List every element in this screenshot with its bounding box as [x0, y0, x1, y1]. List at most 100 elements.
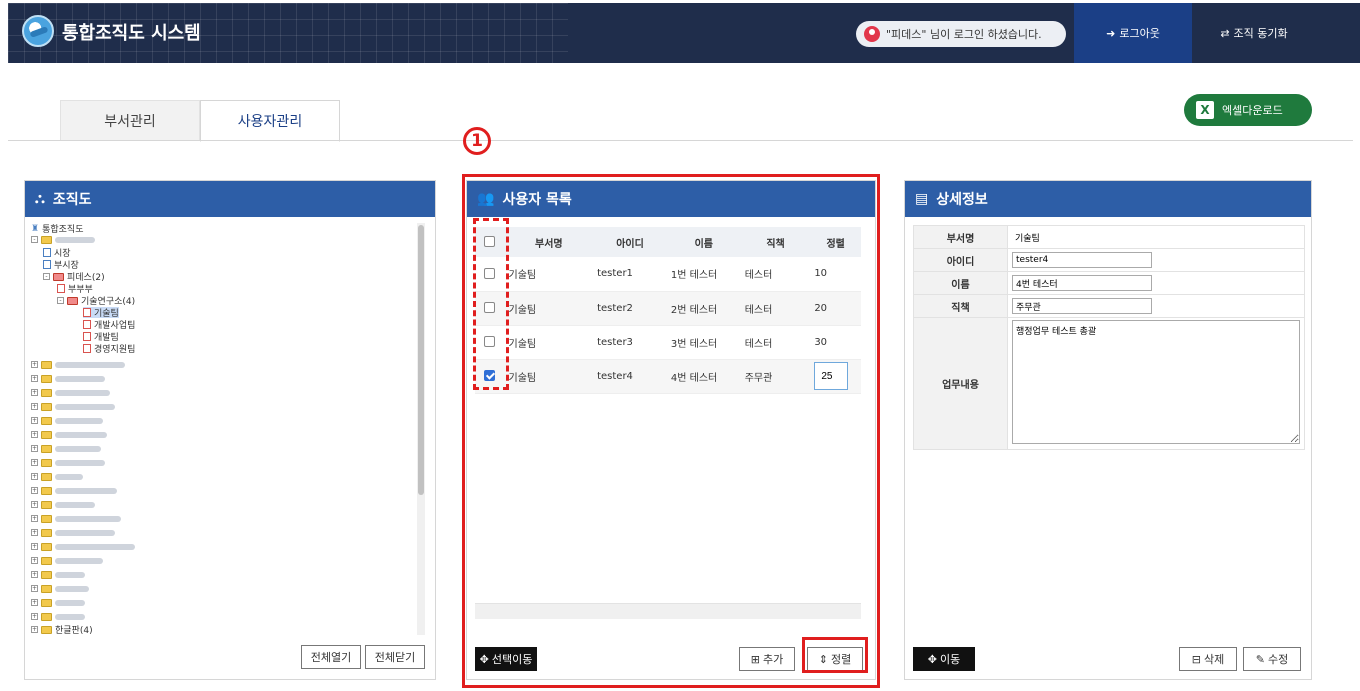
tree-node[interactable]: +	[31, 611, 85, 622]
blurred-label	[55, 417, 103, 424]
expand-toggle-icon[interactable]: +	[31, 389, 38, 396]
dept-field[interactable]	[1012, 229, 1152, 245]
tab-dept-management[interactable]: 부서관리	[60, 100, 200, 141]
expand-toggle-icon[interactable]: +	[31, 403, 38, 410]
position-label: 직책	[913, 294, 1008, 318]
tree-node[interactable]: 부부부	[57, 283, 93, 295]
logout-icon: ➜	[1106, 26, 1116, 40]
tree-node[interactable]: +	[31, 387, 110, 398]
tree-scrollbar[interactable]	[417, 223, 425, 635]
sync-icon: ⇄	[1220, 26, 1230, 40]
expand-toggle-icon[interactable]: +	[31, 501, 38, 508]
tab-user-management[interactable]: 사용자관리	[200, 100, 340, 142]
edit-button[interactable]: ✎ 수정	[1243, 647, 1301, 671]
tree-node[interactable]: 시장	[43, 247, 71, 259]
tree-node[interactable]: 개발팀	[83, 331, 119, 343]
folder-icon	[41, 235, 52, 244]
tree-node[interactable]: +	[31, 429, 107, 440]
tree-node[interactable]: +	[31, 373, 105, 384]
excel-download-button[interactable]: X 엑셀다운로드	[1184, 94, 1312, 126]
edit-icon: ✎	[1255, 652, 1265, 666]
blurred-label	[55, 361, 125, 368]
collapse-all-button[interactable]: 전체닫기	[365, 645, 425, 669]
expand-all-button[interactable]: 전체열기	[301, 645, 361, 669]
tree-node[interactable]: +	[31, 513, 121, 524]
tree-node[interactable]: -	[31, 234, 95, 245]
folder-icon	[41, 416, 52, 425]
expand-toggle-icon[interactable]: +	[31, 529, 38, 536]
logout-button[interactable]: ➜ 로그아웃	[1074, 3, 1192, 63]
expand-toggle-icon[interactable]: +	[31, 557, 38, 564]
doc-icon	[83, 308, 91, 317]
expand-toggle-icon[interactable]: +	[31, 375, 38, 382]
expand-toggle-icon[interactable]: +	[31, 543, 38, 550]
detail-move-button[interactable]: ✥ 이동	[913, 647, 975, 671]
expand-toggle-icon[interactable]: +	[31, 431, 38, 438]
blurred-label	[55, 543, 135, 550]
collapse-toggle-icon[interactable]: -	[57, 297, 64, 304]
tree-node[interactable]: +	[31, 597, 85, 608]
duty-textarea[interactable]: 행정업무 테스트 총괄	[1012, 320, 1300, 444]
tree-node[interactable]: +	[31, 555, 103, 566]
folder-icon	[41, 458, 52, 467]
position-field[interactable]	[1012, 298, 1152, 314]
tree-node[interactable]: +	[31, 401, 115, 412]
tree-node[interactable]: 경영지원팀	[83, 343, 135, 355]
folder-icon	[41, 625, 52, 634]
collapse-toggle-icon[interactable]: -	[43, 273, 50, 280]
duty-label: 업무내용	[913, 317, 1008, 450]
tree-node[interactable]: +	[31, 471, 83, 482]
expand-toggle-icon[interactable]: +	[31, 459, 38, 466]
blurred-label	[55, 571, 85, 578]
folder-icon	[41, 598, 52, 607]
tree-node[interactable]: +	[31, 485, 117, 496]
expand-toggle-icon[interactable]: +	[31, 361, 38, 368]
expand-toggle-icon[interactable]: +	[31, 515, 38, 522]
app-title: 통합조직도 시스템	[62, 23, 201, 44]
tree-node[interactable]: 부시장	[43, 259, 79, 271]
detail-move-label: 이동	[939, 653, 961, 666]
collapse-toggle-icon[interactable]: -	[31, 236, 38, 243]
blurred-label	[55, 501, 95, 508]
tree-node[interactable]: +	[31, 569, 85, 580]
folder-icon	[41, 486, 52, 495]
tree-node[interactable]: +	[31, 457, 105, 468]
tree-node[interactable]: + 한글판(4)	[31, 624, 93, 635]
expand-toggle-icon[interactable]: +	[31, 626, 38, 633]
callout-number-badge: 1	[463, 127, 491, 155]
expand-toggle-icon[interactable]: +	[31, 417, 38, 424]
name-field[interactable]	[1012, 275, 1152, 291]
tree-node[interactable]: +	[31, 583, 89, 594]
tree-node-selected[interactable]: 기술팀	[83, 307, 119, 319]
expand-toggle-icon[interactable]: +	[31, 599, 38, 606]
folder-icon	[41, 472, 52, 481]
tree-node-label: 한글판(4)	[55, 626, 93, 635]
folder-icon	[41, 388, 52, 397]
expand-toggle-icon[interactable]: +	[31, 473, 38, 480]
tree-node[interactable]: +	[31, 527, 115, 538]
user-doc-icon	[43, 248, 51, 257]
expand-toggle-icon[interactable]: +	[31, 445, 38, 452]
tree-root[interactable]: ♜ 통합조직도	[31, 223, 83, 236]
expand-toggle-icon[interactable]: +	[31, 613, 38, 620]
tree-node[interactable]: +	[31, 415, 103, 426]
org-root-icon: ♜	[31, 223, 40, 234]
tree-node[interactable]: 개발사업팀	[83, 319, 135, 331]
detail-panel-title: 상세정보	[936, 192, 988, 208]
tree-node[interactable]: - 기술연구소(4)	[57, 295, 135, 307]
tree-node[interactable]: +	[31, 541, 135, 552]
blurred-label	[55, 445, 101, 452]
tree-node[interactable]: +	[31, 443, 101, 454]
tree-node[interactable]: +	[31, 499, 95, 510]
org-tree[interactable]: ♜ 통합조직도 - 시장 부시장 - 피데스(2) 부부부 - 기술연구소(4)…	[31, 223, 427, 635]
expand-toggle-icon[interactable]: +	[31, 487, 38, 494]
org-sync-button[interactable]: ⇄ 조직 동기화	[1194, 3, 1314, 63]
expand-toggle-icon[interactable]: +	[31, 571, 38, 578]
id-field[interactable]	[1012, 252, 1152, 268]
expand-toggle-icon[interactable]: +	[31, 585, 38, 592]
delete-button[interactable]: ⊟ 삭제	[1179, 647, 1237, 671]
excel-download-label: 엑셀다운로드	[1222, 104, 1283, 117]
tree-node[interactable]: - 피데스(2)	[43, 271, 105, 283]
folder-icon	[67, 296, 78, 305]
tree-node[interactable]: +	[31, 359, 125, 370]
